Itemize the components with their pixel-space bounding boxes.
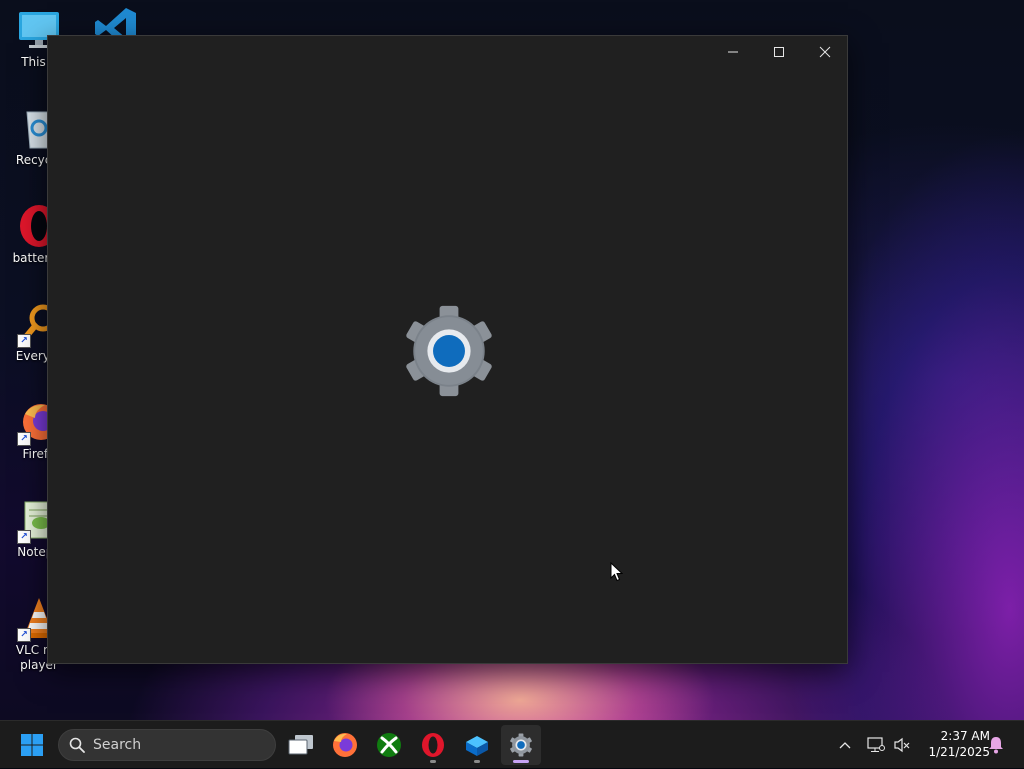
volume-muted-icon: [894, 737, 910, 753]
taskbar-xbox[interactable]: [369, 725, 409, 765]
taskbar-settings[interactable]: [501, 725, 541, 765]
shortcut-arrow-icon: ↗: [17, 432, 31, 446]
opera-icon: [422, 733, 444, 757]
shortcut-arrow-icon: ↗: [17, 334, 31, 348]
notifications-button[interactable]: [985, 721, 1007, 769]
running-indicator: [430, 760, 436, 763]
tray-volume[interactable]: [890, 721, 914, 769]
running-indicator: [474, 760, 480, 763]
clock-date: 1/21/2025: [928, 745, 990, 759]
mouse-cursor-icon: [610, 562, 623, 582]
settings-gear-icon: [400, 304, 498, 398]
close-button[interactable]: [802, 36, 848, 68]
notification-bell-icon: [989, 737, 1003, 754]
xbox-icon: [377, 733, 401, 757]
settings-window[interactable]: [47, 35, 848, 664]
close-icon: [819, 46, 831, 58]
taskbar-app[interactable]: [457, 725, 497, 765]
taskbar-opera[interactable]: [413, 725, 453, 765]
search-icon: [69, 737, 85, 753]
taskbar: Search 2:37 AM 1/21/2025: [0, 720, 1024, 768]
show-hidden-icons-button[interactable]: [834, 721, 856, 769]
window-titlebar[interactable]: [48, 36, 847, 68]
minimize-button[interactable]: [710, 36, 756, 68]
search-placeholder: Search: [93, 737, 142, 753]
minimize-icon: [728, 51, 738, 53]
settings-gear-icon: [510, 733, 532, 757]
shortcut-arrow-icon: ↗: [17, 530, 31, 544]
taskbar-firefox[interactable]: [325, 725, 365, 765]
maximize-icon: [774, 47, 784, 57]
task-view-icon: [288, 735, 313, 755]
clock-time: 2:37 AM: [940, 729, 990, 743]
network-icon: [867, 737, 885, 752]
taskbar-clock[interactable]: 2:37 AM 1/21/2025: [916, 728, 990, 760]
taskbar-task-view[interactable]: [281, 725, 321, 765]
chevron-up-icon: [839, 742, 851, 749]
start-button[interactable]: [12, 725, 52, 765]
active-indicator: [513, 760, 529, 763]
firefox-icon: [333, 733, 357, 757]
taskbar-search-box[interactable]: Search: [58, 729, 276, 761]
shortcut-arrow-icon: ↗: [17, 628, 31, 642]
blue-box-icon: [466, 736, 488, 756]
windows-logo-icon: [21, 734, 43, 756]
maximize-button[interactable]: [756, 36, 802, 68]
tray-network[interactable]: [864, 721, 888, 769]
